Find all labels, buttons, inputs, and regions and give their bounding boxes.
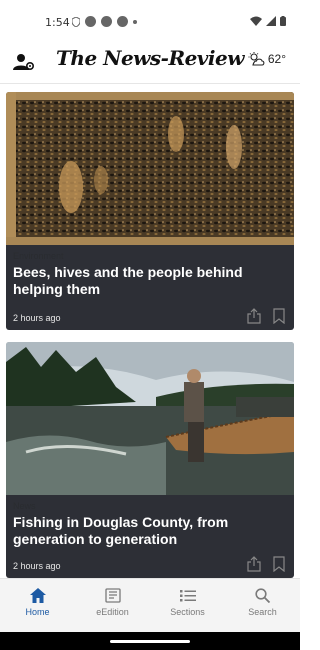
search-icon [254,588,270,603]
nav-label: Search [248,607,277,617]
bookmark-icon[interactable] [273,556,285,572]
status-bar: 1:54 [0,0,300,44]
nav-search[interactable]: Search [225,579,300,632]
status-time: 1:54 [45,16,70,29]
share-icon[interactable] [247,556,261,572]
masthead-logo[interactable]: The News-Review [55,46,245,70]
weather-widget[interactable]: 62° [248,52,286,66]
notification-icons [72,16,137,27]
more-notifications-icon [133,19,137,24]
signal-icon [266,16,276,26]
article-time: 2 hours ago [13,561,61,571]
article-section[interactable]: Environment [13,251,287,261]
nav-label: Sections [170,607,205,617]
home-gesture-handle[interactable] [110,640,190,643]
system-icons [250,16,286,26]
account-settings-icon[interactable] [13,52,35,72]
nav-label: eEdition [96,607,129,617]
bookmark-icon[interactable] [273,308,285,324]
nav-home[interactable]: Home [0,579,75,632]
article-card[interactable]: News Fishing in Douglas County, from gen… [6,342,294,578]
article-image-fishing[interactable] [6,342,294,495]
bottom-navigation: Home eEdition Sections Search [0,578,300,632]
notification-icon [85,16,96,27]
shield-icon [72,16,80,27]
battery-icon [280,16,286,26]
list-icon [179,590,196,602]
weather-temperature: 62° [267,52,286,66]
nav-sections[interactable]: Sections [150,579,225,632]
article-time: 2 hours ago [13,313,61,323]
wifi-icon [250,16,262,26]
article-title[interactable]: Bees, hives and the people behind helpin… [13,264,273,298]
nav-eedition[interactable]: eEdition [75,579,150,632]
article-card[interactable]: Environment Bees, hives and the people b… [6,92,294,330]
system-navigation-bar [0,632,300,650]
article-title[interactable]: Fishing in Douglas County, from generati… [13,514,273,548]
article-section[interactable]: News [13,501,287,511]
notification-icon [117,16,128,27]
nav-label: Home [25,607,50,617]
newspaper-icon [104,588,121,603]
app-header: The News-Review 62° [0,44,300,84]
share-icon[interactable] [247,308,261,324]
partly-cloudy-icon [248,52,265,66]
home-icon [29,588,46,603]
article-image-beehive[interactable] [6,92,294,245]
notification-icon [101,16,112,27]
